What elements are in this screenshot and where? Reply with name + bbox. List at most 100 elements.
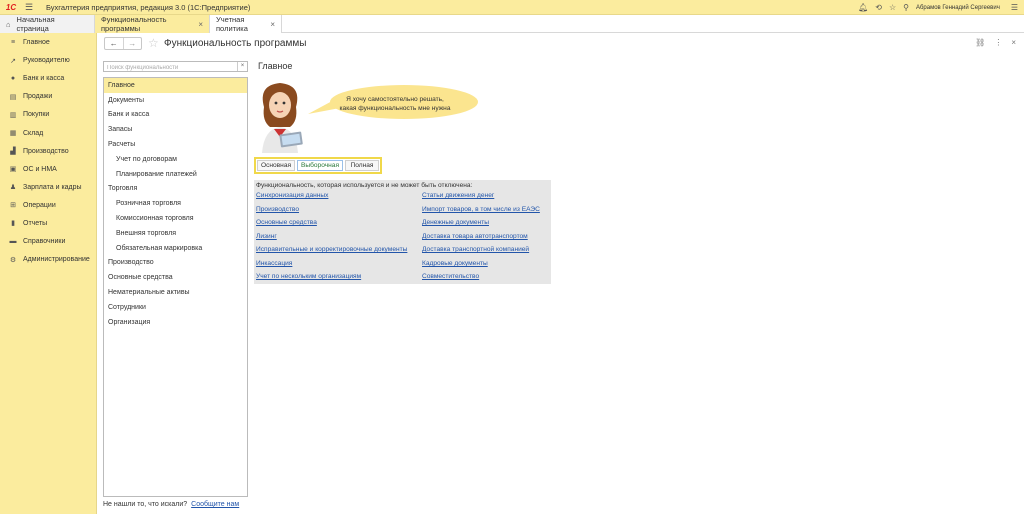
sidebar-item-production[interactable]: ▟ Производство <box>0 142 96 160</box>
feedback-text: Не нашли то, что искали? <box>103 501 188 508</box>
bubble-text: Я хочу самостоятельно решать, какая функ… <box>320 95 470 113</box>
close-icon[interactable]: × <box>270 20 275 29</box>
cart-icon: ▤ <box>9 93 17 101</box>
sidebar-item-label: Производство <box>23 147 69 155</box>
section-title: Главное <box>258 61 293 71</box>
sidebar-item-label: Зарплата и кадры <box>23 183 82 191</box>
sidebar-item-main[interactable]: ≡ Главное <box>0 34 96 52</box>
bubble-text-line: какая функциональность мне нужна <box>339 105 451 112</box>
tree-item[interactable]: Расчеты <box>104 137 247 152</box>
mode-full-button[interactable]: Полная <box>345 160 379 171</box>
report-icon: ▮ <box>11 220 15 228</box>
sidebar-item-label: ОС и НМА <box>23 165 57 173</box>
history-icon[interactable]: ⟲ <box>875 3 882 12</box>
main-menu-icon[interactable]: ☰ <box>22 2 36 13</box>
tab-functionality[interactable]: Функциональность программы × <box>95 15 210 33</box>
mode-basic-button[interactable]: Основная <box>257 160 295 171</box>
factory-icon: ▟ <box>10 148 16 156</box>
back-arrow-icon[interactable]: ← <box>105 38 123 49</box>
close-icon[interactable]: × <box>198 20 203 29</box>
app-title: Бухгалтерия предприятия, редакция 3.0 (1… <box>46 2 251 12</box>
settings-menu-icon[interactable]: ☰ <box>1011 3 1018 12</box>
tree-item[interactable]: Запасы <box>104 122 247 137</box>
sidebar-item-admin[interactable]: ⚙ Администрирование <box>0 251 96 269</box>
search-icon[interactable]: ⚲ <box>903 3 909 12</box>
sidebar-item-label: Банк и касса <box>23 75 65 83</box>
func-link[interactable]: Синхронизация данных <box>256 192 328 199</box>
func-link[interactable]: Инкассация <box>256 260 292 267</box>
person-icon: ♟ <box>9 184 17 192</box>
close-icon[interactable]: × <box>1011 38 1016 47</box>
sidebar-item-label: Руководителю <box>23 57 70 65</box>
tree-item[interactable]: Основные средства <box>104 270 247 285</box>
sidebar-item-warehouse[interactable]: ▦ Склад <box>0 124 96 142</box>
sidebar-item-operations[interactable]: ⊞ Операции <box>0 196 96 214</box>
main-content: ← → ☆ Функциональность программы ⛓ ⋮ × ×… <box>97 33 1024 514</box>
tab-home-label: Начальная страница <box>16 15 55 33</box>
sidebar-item-label: Главное <box>23 39 50 47</box>
tree-item[interactable]: Комиссионная торговля <box>104 211 247 226</box>
assets-icon: ▣ <box>9 166 17 174</box>
tree-item[interactable]: Учет по договорам <box>104 152 247 167</box>
sidebar-item-salary[interactable]: ♟ Зарплата и кадры <box>0 178 96 196</box>
tree-item[interactable]: Торговля <box>104 182 247 197</box>
tree-item[interactable]: Производство <box>104 256 247 271</box>
tab-accounting-policy[interactable]: Учетная политика × <box>210 15 282 33</box>
bell-icon[interactable]: 🔔︎ <box>858 3 868 12</box>
tree-item[interactable]: Нематериальные активы <box>104 285 247 300</box>
tab-home[interactable]: ⌂ Начальная страница <box>0 15 95 33</box>
clear-icon[interactable]: × <box>237 62 247 71</box>
sidebar-item-reports[interactable]: ▮ Отчеты <box>0 214 96 232</box>
more-icon[interactable]: ⋮ <box>994 38 1002 47</box>
title-bar: 1С ☰ Бухгалтерия предприятия, редакция 3… <box>0 0 1024 15</box>
home-icon: ⌂ <box>6 19 11 29</box>
tree-item[interactable]: Организация <box>104 315 247 330</box>
basket-icon: ▥ <box>9 111 17 119</box>
assistant-avatar <box>262 83 303 153</box>
func-link[interactable]: Производство <box>256 206 299 213</box>
link-icon[interactable]: ⛓ <box>975 38 985 47</box>
tree-item[interactable]: Документы <box>104 93 247 108</box>
user-name[interactable]: Абрамов Геннадий Сергеевич <box>916 5 1000 11</box>
page-title: Функциональность программы <box>164 38 307 49</box>
func-link[interactable]: Лизинг <box>256 233 277 240</box>
sidebar-item-catalogs[interactable]: ▬ Справочники <box>0 233 96 251</box>
star-icon[interactable]: ☆ <box>148 36 159 50</box>
mode-selective-button[interactable]: Выборочная <box>297 160 343 171</box>
panel-header: Функциональность, которая используется и… <box>256 182 473 189</box>
tree-item[interactable]: Розничная торговля <box>104 196 247 211</box>
search-input[interactable] <box>104 63 238 73</box>
tree-item[interactable]: Главное <box>104 78 247 93</box>
func-link[interactable]: Совместительство <box>422 273 479 280</box>
func-link[interactable]: Доставка товара автотранспортом <box>422 233 528 240</box>
forward-arrow-icon[interactable]: → <box>122 38 142 49</box>
nav-buttons: ← → <box>104 37 142 50</box>
coin-icon: ● <box>10 75 16 83</box>
sidebar-item-label: Покупки <box>23 111 50 119</box>
func-link[interactable]: Денежные документы <box>422 219 489 226</box>
app-logo: 1С <box>5 2 17 12</box>
func-link[interactable]: Исправительные и корректировочные докуме… <box>256 246 407 253</box>
tree-item[interactable]: Внешняя торговля <box>104 226 247 241</box>
sidebar-item-manager[interactable]: ↗ Руководителю <box>0 52 96 70</box>
sidebar-item-bank[interactable]: ● Банк и касса <box>0 70 96 88</box>
favorites-star-icon[interactable]: ☆ <box>889 3 896 12</box>
func-link[interactable]: Доставка транспортной компанией <box>422 246 529 253</box>
tree-item[interactable]: Банк и касса <box>104 108 247 123</box>
func-link[interactable]: Кадровые документы <box>422 260 488 267</box>
warehouse-icon: ▦ <box>9 130 17 138</box>
tab-functionality-label: Функциональность программы <box>101 15 167 33</box>
tab-accounting-policy-label: Учетная политика <box>216 15 248 33</box>
tree-item[interactable]: Планирование платежей <box>104 167 247 182</box>
sidebar-item-assets[interactable]: ▣ ОС и НМА <box>0 160 96 178</box>
func-link[interactable]: Импорт товаров, в том числе из ЕАЭС <box>422 206 540 213</box>
sidebar-item-sales[interactable]: ▤ Продажи <box>0 88 96 106</box>
feedback-link[interactable]: Сообщите нам <box>191 501 239 508</box>
section-tree: Главное Документы Банк и касса Запасы Ра… <box>103 77 248 497</box>
tree-item[interactable]: Сотрудники <box>104 300 247 315</box>
func-link[interactable]: Статьи движения денег <box>422 192 494 199</box>
func-link[interactable]: Учет по нескольким организациям <box>256 273 361 280</box>
tree-item[interactable]: Обязательная маркировка <box>104 241 247 256</box>
func-link[interactable]: Основные средства <box>256 219 317 226</box>
sidebar-item-purchases[interactable]: ▥ Покупки <box>0 106 96 124</box>
